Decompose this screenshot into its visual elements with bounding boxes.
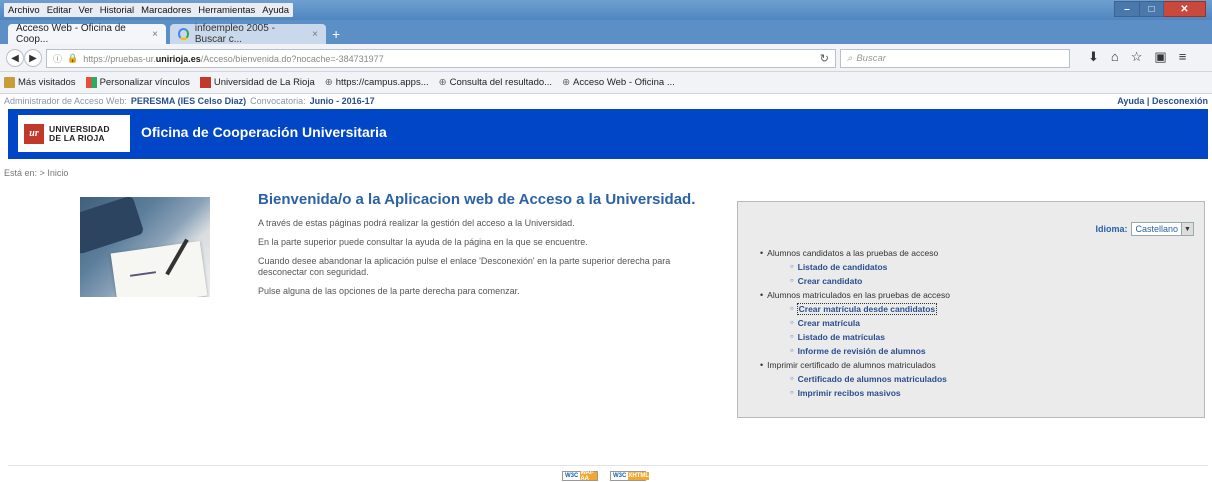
web-page: Administrador de Acceso Web: PERESMA (IE… bbox=[0, 94, 1212, 482]
menu-archivo[interactable]: Archivo bbox=[8, 5, 40, 16]
close-window-button[interactable]: ✕ bbox=[1164, 1, 1206, 17]
office-title: Oficina de Cooperación Universitaria bbox=[141, 124, 387, 140]
chevron-down-icon[interactable]: ▼ bbox=[1181, 223, 1193, 235]
convocatoria-value: Junio - 2016-17 bbox=[309, 96, 375, 106]
bookmark-unirioja[interactable]: Universidad de La Rioja bbox=[199, 77, 315, 88]
language-selector: Idioma: Castellano ▼ bbox=[1095, 222, 1194, 236]
intro-paragraph: A través de estas páginas podrá realizar… bbox=[258, 218, 575, 228]
language-value: Castellano bbox=[1135, 224, 1178, 234]
bookmark-campus[interactable]: ⊕ https://campus.apps... bbox=[325, 77, 429, 88]
globe-icon: ⊕ bbox=[562, 77, 571, 88]
tab-infoempleo-label: infoempleo 2005 - Buscar c... bbox=[194, 23, 275, 45]
ayuda-link[interactable]: Ayuda bbox=[1117, 96, 1144, 106]
ur-logo-icon: ur bbox=[24, 123, 44, 144]
link-listado-matriculas[interactable]: Listado de matrículas bbox=[790, 332, 950, 342]
home-icon[interactable]: ⌂ bbox=[1111, 49, 1119, 65]
menu-bar: Archivo Editar Ver Historial Marcadores … bbox=[4, 3, 294, 17]
tab-close-icon[interactable]: × bbox=[312, 29, 318, 40]
link-separator: | bbox=[1146, 96, 1150, 106]
menu-historial[interactable]: Historial bbox=[100, 5, 134, 16]
breadcrumb-arrow: > bbox=[39, 168, 45, 178]
user-info-bar: Administrador de Acceso Web: PERESMA (IE… bbox=[0, 94, 1212, 108]
menu-editar[interactable]: Editar bbox=[47, 5, 72, 16]
window-controls: – □ ✕ bbox=[1114, 1, 1206, 17]
hamburger-menu-icon[interactable]: ≡ bbox=[1179, 49, 1187, 65]
bookmarks-bar: Más visitados Personalizar vínculos Univ… bbox=[0, 72, 1212, 94]
bookmark-consulta[interactable]: ⊕ Consulta del resultado... bbox=[439, 77, 552, 88]
intro-paragraph: Cuando desee abandonar la aplicación pul… bbox=[258, 256, 671, 277]
idioma-label: Idioma: bbox=[1095, 224, 1128, 234]
link-crear-matricula-desde-candidatos[interactable]: Crear matrícula desde candidatos bbox=[790, 303, 950, 315]
lock-icon: 🔒 bbox=[67, 53, 79, 63]
search-placeholder: Buscar bbox=[856, 53, 886, 64]
menu-ayuda[interactable]: Ayuda bbox=[262, 5, 289, 16]
breadcrumb-inicio[interactable]: Inicio bbox=[47, 168, 68, 178]
windows-icon bbox=[85, 77, 97, 88]
download-icon[interactable]: ⬇ bbox=[1088, 49, 1099, 65]
bookmark-mas-visitados[interactable]: Más visitados bbox=[4, 77, 76, 88]
bookmark-star-icon[interactable]: ☆ bbox=[1131, 49, 1143, 65]
options-menu: Alumnos candidatos a las pruebas de acce… bbox=[760, 248, 950, 402]
bookmark-personalizar[interactable]: Personalizar vínculos bbox=[85, 77, 190, 88]
breadcrumb-label: Está en: bbox=[4, 168, 38, 178]
link-crear-candidato[interactable]: Crear candidato bbox=[790, 276, 950, 286]
back-button[interactable]: ◀ bbox=[6, 49, 24, 67]
tab-acceso-web[interactable]: Acceso Web - Oficina de Coop... × bbox=[8, 23, 166, 45]
window-titlebar: Archivo Editar Ver Historial Marcadores … bbox=[0, 0, 1212, 20]
toolbar-icons: ⬇ ⌂ ☆ ▣ ≡ bbox=[1088, 49, 1186, 65]
link-crear-matricula[interactable]: Crear matrícula bbox=[790, 318, 950, 328]
intro-text: A través de estas páginas podrá realizar… bbox=[258, 218, 708, 305]
tab-strip: Acceso Web - Oficina de Coop... × infoem… bbox=[0, 20, 1212, 45]
minimize-button[interactable]: – bbox=[1114, 1, 1140, 17]
info-icon[interactable]: ⓘ bbox=[53, 52, 62, 65]
convocatoria-label: Convocatoria: bbox=[250, 96, 306, 106]
link-informe-revision[interactable]: Informe de revisión de alumnos bbox=[790, 346, 950, 356]
intro-paragraph: Pulse alguna de las opciones de la parte… bbox=[258, 286, 520, 296]
forward-button[interactable]: ▶ bbox=[24, 49, 42, 67]
desconexion-link[interactable]: Desconexión bbox=[1152, 96, 1208, 106]
section-matriculados: Alumnos matriculados en las pruebas de a… bbox=[760, 290, 950, 300]
intro-paragraph: En la parte superior puede consultar la … bbox=[258, 237, 588, 247]
tab-acceso-web-label: Acceso Web - Oficina de Coop... bbox=[16, 23, 126, 45]
admin-label: Administrador de Acceso Web: bbox=[4, 96, 127, 106]
navigation-bar: ◀ ▶ ⓘ 🔒 https://pruebas-ur.unirioja.es/A… bbox=[0, 44, 1212, 72]
header-banner: ur UNIVERSIDAD DE LA RIOJA Oficina de Co… bbox=[8, 109, 1208, 159]
google-icon bbox=[178, 28, 189, 40]
maximize-button[interactable]: □ bbox=[1140, 1, 1164, 17]
tab-infoempleo[interactable]: infoempleo 2005 - Buscar c... × bbox=[170, 23, 326, 45]
footer-divider bbox=[8, 465, 1208, 466]
menu-ver[interactable]: Ver bbox=[79, 5, 93, 16]
search-icon: ⌕ bbox=[847, 53, 853, 64]
language-select[interactable]: Castellano ▼ bbox=[1131, 222, 1194, 236]
bookmark-acceso-web[interactable]: ⊕ Acceso Web - Oficina ... bbox=[562, 77, 675, 88]
university-logo[interactable]: ur UNIVERSIDAD DE LA RIOJA bbox=[18, 115, 130, 152]
new-tab-button[interactable]: + bbox=[332, 26, 340, 42]
url-text: https://pruebas-ur.unirioja.es/Acceso/bi… bbox=[83, 53, 384, 64]
unirioja-icon bbox=[199, 77, 211, 88]
folder-icon bbox=[4, 77, 15, 88]
menu-marcadores[interactable]: Marcadores bbox=[141, 5, 191, 16]
menu-herramientas[interactable]: Herramientas bbox=[198, 5, 255, 16]
url-bar[interactable]: ⓘ 🔒 https://pruebas-ur.unirioja.es/Acces… bbox=[46, 49, 836, 68]
link-listado-candidatos[interactable]: Listado de candidatos bbox=[790, 262, 950, 272]
section-certificado: Imprimir certificado de alumnos matricul… bbox=[760, 360, 950, 370]
search-box[interactable]: ⌕ Buscar bbox=[840, 49, 1070, 68]
signing-document-image bbox=[80, 197, 210, 297]
header-links: Ayuda | Desconexión bbox=[1117, 96, 1208, 106]
tab-close-icon[interactable]: × bbox=[152, 29, 158, 40]
globe-icon: ⊕ bbox=[438, 77, 447, 88]
link-imprimir-recibos[interactable]: Imprimir recibos masivos bbox=[790, 388, 950, 398]
link-certificado-alumnos[interactable]: Certificado de alumnos matriculados bbox=[790, 374, 950, 384]
globe-icon: ⊕ bbox=[324, 77, 333, 88]
logo-text: UNIVERSIDAD DE LA RIOJA bbox=[49, 123, 110, 143]
welcome-title: Bienvenida/o a la Aplicacion web de Acce… bbox=[258, 191, 696, 208]
breadcrumb: Está en: > Inicio bbox=[4, 168, 68, 178]
options-panel: Idioma: Castellano ▼ Alumnos candidatos … bbox=[737, 201, 1205, 418]
section-candidatos: Alumnos candidatos a las pruebas de acce… bbox=[760, 248, 950, 258]
reload-icon[interactable]: ↻ bbox=[820, 52, 829, 65]
admin-name: PERESMA (IES Celso Diaz) bbox=[130, 96, 247, 106]
library-icon[interactable]: ▣ bbox=[1154, 49, 1166, 65]
